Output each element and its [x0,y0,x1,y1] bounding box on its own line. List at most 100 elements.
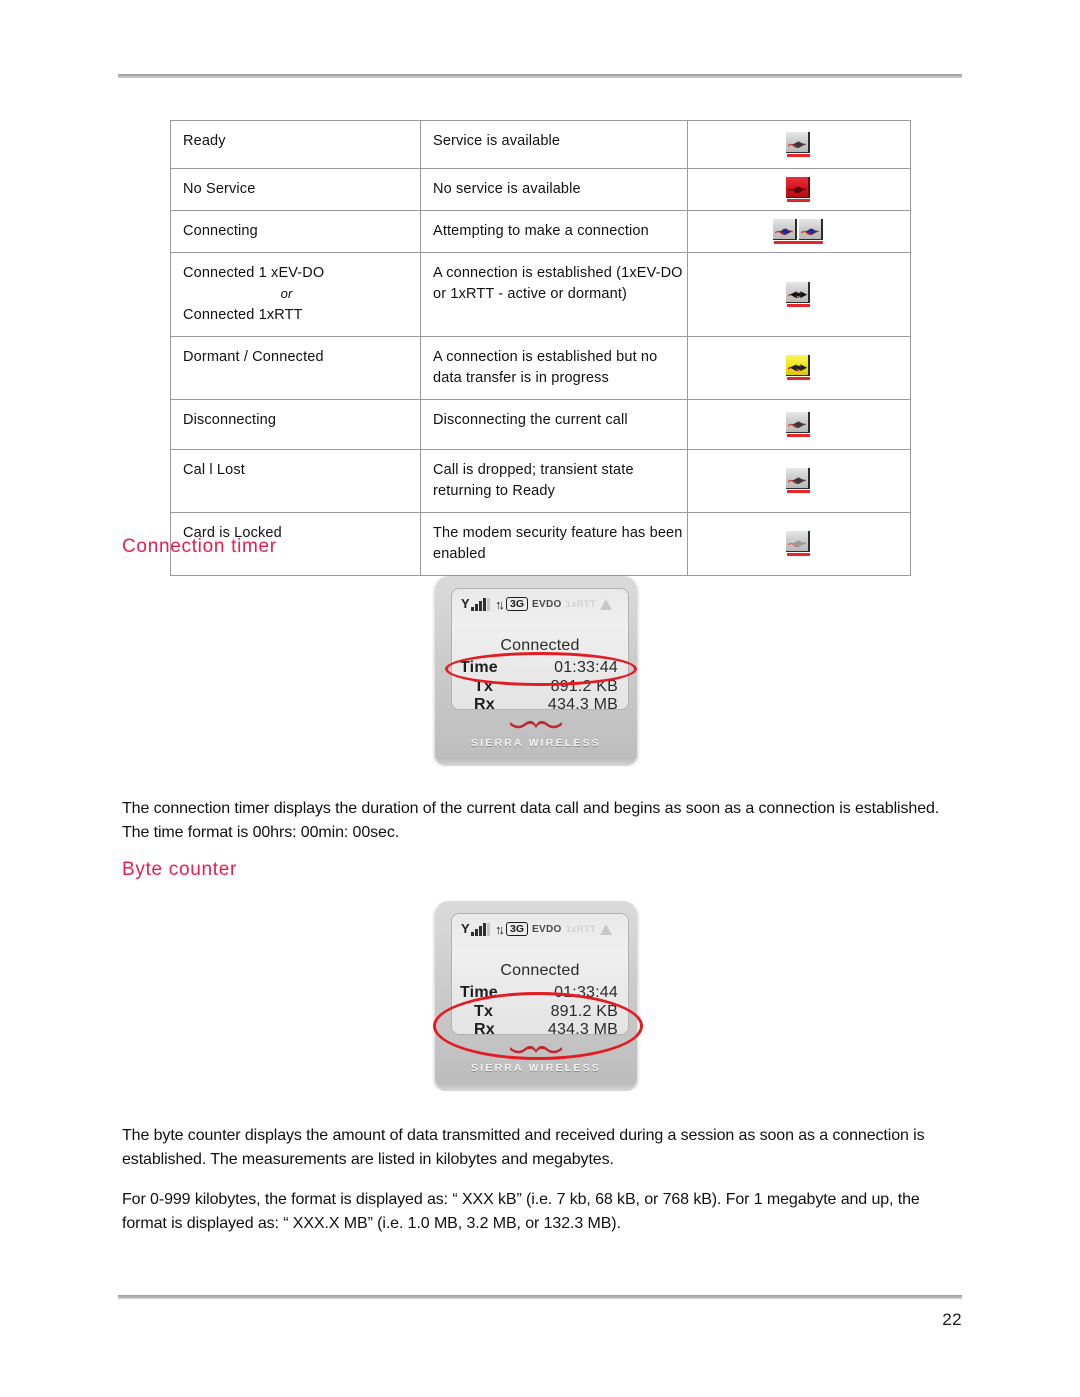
status-icon-cell: ◀▶ [687,511,911,577]
status-description-cell: Service is available [420,120,688,169]
network-tag-3g: 3G [506,922,529,936]
status-state-label-alt: Connected 1xRTT [183,306,303,323]
lcd-tx-label: Tx [474,678,494,695]
triangle-icon [600,923,613,935]
status-icon-cell: ◀▶ ◀▶ [687,210,911,254]
status-state-cell: Cal l Lost [170,448,421,513]
lcd-connection-state: Connected [500,962,580,979]
evdo-label: EVDO [532,923,562,935]
lcd-row-rx: Rx 434.3 MB [460,696,618,714]
signal-bars-icon: Y [461,597,491,612]
lcd-time-value: 01:33:44 [554,984,618,1001]
byte-counter-paragraph: The byte counter displays the amount of … [122,1127,925,1168]
up-down-arrows-icon: ↑↓ [495,921,505,937]
table-row: Connecting Attempting to make a connecti… [170,210,911,254]
connection-timer-paragraph: The connection timer displays the durati… [122,800,940,841]
modem-gray-icon: ◀▶ [786,411,812,437]
status-icon-cell: ◀▶ [687,448,911,513]
lcd-status-bar: Y ↑↓ 3G EVDO 1xRTT [461,595,622,613]
status-state-label: Ready [183,133,226,149]
section-heading-byte-counter: Byte counter [122,859,238,880]
header-rule [118,74,962,78]
status-state-cell: Dormant / Connected [170,335,421,400]
table-row: Cal l Lost Call is dropped; transient st… [170,448,911,513]
footer-rule [118,1295,962,1299]
status-state-label: Dormant / Connected [183,348,324,365]
lcd-row-tx: Tx 891.2 KB [460,678,618,696]
lcd-tx-label: Tx [474,1003,494,1020]
status-state-cell: Connecting [170,210,421,254]
table-row: Dormant / Connected A connection is esta… [170,335,911,400]
modem-red-icon: ◀▶ [786,177,812,202]
document-page: Ready Service is available ◀▶ No Service… [0,0,1080,1397]
status-description-cell: A connection is established (1xEV-DO or … [420,252,688,337]
lcd-status-bar: Y ↑↓ 3G EVDO 1xRTT [461,920,622,938]
status-state-cell: Ready [170,120,421,169]
modem-device-shell: Y ↑↓ 3G EVDO 1xRTT Connected Time 01:33:… [435,901,637,1091]
modem-locked-icon: ◀▶ [786,531,812,557]
sierra-wireless-branding: SIERRA WIRELESS [435,718,637,751]
modem-yellow-icon: ◀●▶ [786,355,812,381]
lcd-time-value: 01:33:44 [554,659,618,676]
table-row: Ready Service is available ◀▶ [170,120,911,169]
status-icon-cell: ◀▶ [687,398,911,450]
status-state-cell: Disconnecting [170,398,421,450]
status-state-cell: No Service [170,167,421,212]
table-row: Card is Locked The modem security featur… [170,511,911,577]
section-heading-connection-timer: Connection timer [122,536,277,557]
sierra-wireless-branding: SIERRA WIRELESS [435,1043,637,1076]
signal-bars-icon: Y [461,922,491,937]
status-description-cell: Call is dropped; transient state returni… [420,448,688,513]
lcd-rx-label: Rx [474,1021,495,1038]
device-figure-byte-counter: Y ↑↓ 3G EVDO 1xRTT Connected Time 01:33:… [427,897,643,1093]
lcd-time-label: Time [460,984,498,1001]
status-description-cell: No service is available [420,167,688,212]
status-description-cell: Attempting to make a connection [420,210,688,254]
status-icon-cell: ◀▶ [687,120,911,169]
rtt-label: 1xRTT [565,598,597,610]
modem-device-shell: Y ↑↓ 3G EVDO 1xRTT Connected Time 01:33:… [435,576,637,766]
sierra-wireless-wordmark: SIERRA WIRELESS [470,1062,602,1074]
rtt-label: 1xRTT [565,923,597,935]
lcd-tx-value: 891.2 KB [550,1003,618,1020]
modem-lcd-screen: Y ↑↓ 3G EVDO 1xRTT Connected Time 01:33:… [451,913,629,1038]
lcd-rx-value: 434.3 MB [547,1021,618,1038]
sierra-wireless-logo-icon [510,720,562,729]
triangle-icon [600,598,613,610]
lcd-tx-value: 891.2 KB [550,678,618,695]
device-figure-connection-timer: Y ↑↓ 3G EVDO 1xRTT Connected Time 01:33:… [427,572,643,768]
status-description-cell: A connection is established but no data … [420,335,688,400]
status-state-label: No Service [183,181,256,197]
table-row: Connected 1 xEV-DO or Connected 1xRTT A … [170,252,911,337]
status-state-label: Cal l Lost [183,461,245,478]
modem-gray-icon: ◀▶ [786,132,812,157]
modem-gray-icon: ◀▶ [786,468,812,494]
status-icon-cell: ◀▶ [687,167,911,212]
status-icon-cell: ◀●▶ [687,335,911,400]
status-state-or: or [280,286,293,302]
status-description-cell: The modem security feature has been enab… [420,511,688,577]
page-number: 22 [942,1310,962,1329]
sierra-wireless-logo-icon [510,1045,562,1054]
lcd-time-label: Time [460,659,498,676]
status-state-cell: Connected 1 xEV-DO or Connected 1xRTT [170,252,421,337]
modem-dual-gray-icon: ◀▶ ◀▶ [773,219,825,245]
status-state-label: Disconnecting [183,411,277,428]
lcd-row-time: Time 01:33:44 [460,659,618,677]
lcd-rx-label: Rx [474,696,495,713]
lcd-row-rx: Rx 434.3 MB [460,1021,618,1039]
evdo-label: EVDO [532,598,562,610]
up-down-arrows-icon: ↑↓ [495,596,505,612]
lcd-row-tx: Tx 891.2 KB [460,1003,618,1021]
lcd-connection-state: Connected [500,637,580,654]
table-row: Disconnecting Disconnecting the current … [170,398,911,450]
status-state-label: Connected 1 xEV-DO [183,265,325,282]
status-description-cell: Disconnecting the current call [420,398,688,450]
modem-lcd-screen: Y ↑↓ 3G EVDO 1xRTT Connected Time 01:33:… [451,588,629,713]
lcd-rx-value: 434.3 MB [547,696,618,713]
sierra-wireless-wordmark: SIERRA WIRELESS [470,737,602,749]
network-tag-3g: 3G [506,597,529,611]
status-state-label: Connecting [183,223,258,240]
byte-counter-format-paragraph: For 0-999 kilobytes, the format is displ… [122,1191,920,1232]
table-row: No Service No service is available ◀▶ [170,167,911,212]
